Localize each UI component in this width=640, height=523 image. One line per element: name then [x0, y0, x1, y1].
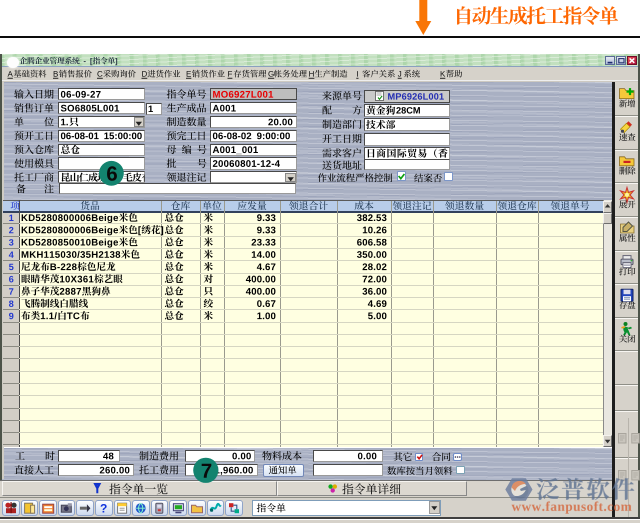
svg-text:?: ? — [100, 502, 107, 516]
